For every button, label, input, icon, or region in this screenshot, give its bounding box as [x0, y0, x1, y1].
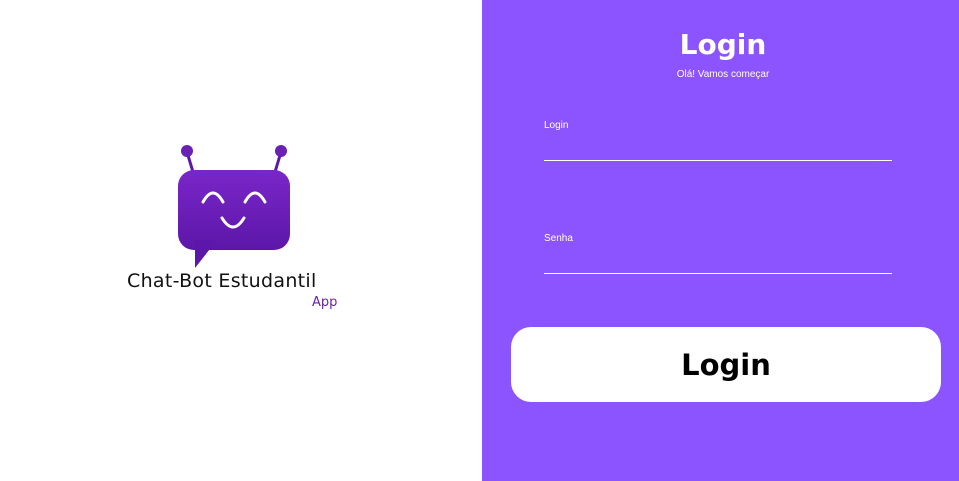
login-field-label: Login	[544, 120, 569, 131]
login-subtitle: Olá! Vamos começar	[676, 69, 770, 80]
login-panel: Login Olá! Vamos começar Login Senha Log…	[482, 0, 959, 481]
login-input[interactable]	[544, 137, 892, 161]
app-subtitle: App	[312, 295, 338, 310]
password-input[interactable]	[544, 250, 892, 274]
login-field-group: Login	[544, 120, 892, 161]
login-button[interactable]: Login	[511, 327, 941, 402]
app-logo: Chat-Bot Estudantil App	[120, 140, 350, 320]
chatbot-robot-icon	[178, 145, 290, 268]
password-field-label: Senha	[544, 233, 573, 244]
branding-panel: Chat-Bot Estudantil App	[0, 0, 482, 481]
password-field-group: Senha	[544, 233, 892, 274]
login-title: Login	[679, 28, 767, 61]
app-name: Chat-Bot Estudantil	[127, 270, 317, 292]
